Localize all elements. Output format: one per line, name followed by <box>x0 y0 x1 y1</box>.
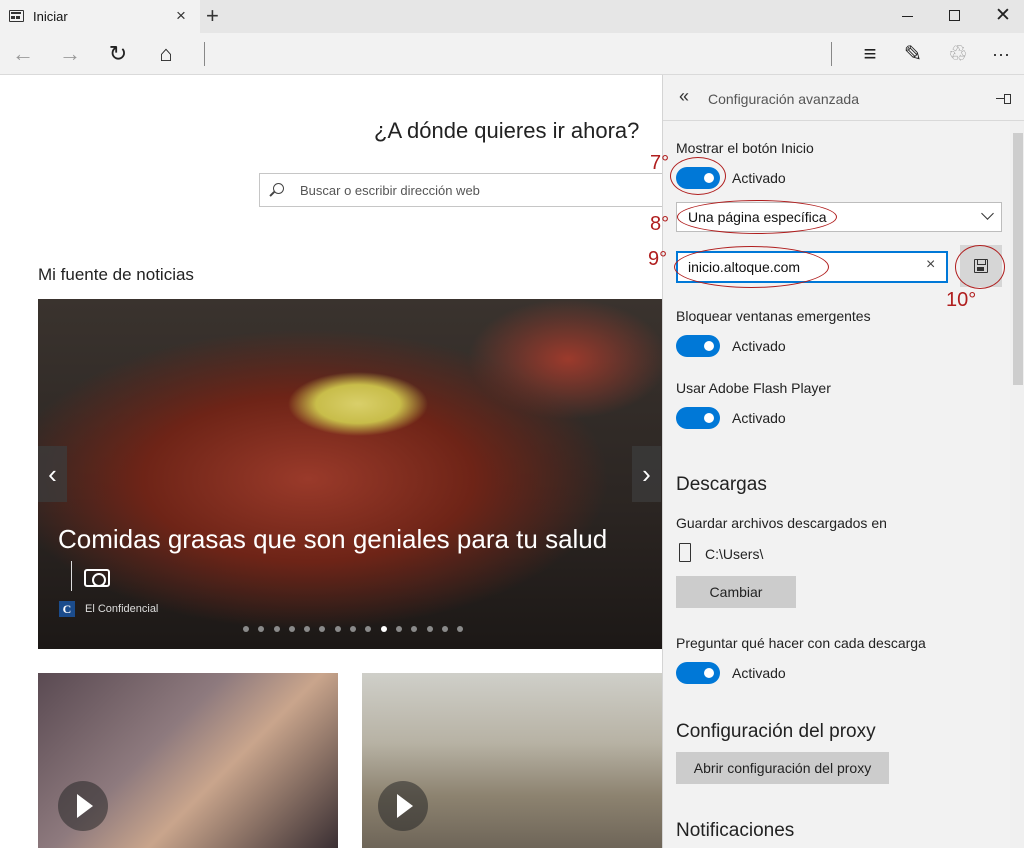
carousel-dot[interactable] <box>288 626 295 632</box>
web-note-icon[interactable]: ✎ <box>898 33 928 75</box>
change-button[interactable]: Cambiar <box>676 576 796 608</box>
carousel-dot[interactable] <box>350 626 357 632</box>
carousel-dots[interactable] <box>243 626 472 634</box>
hero-news-card[interactable]: ‹ › Comidas grasas que son geniales para… <box>38 299 662 649</box>
search-placeholder: Buscar o escribir dirección web <box>300 183 480 198</box>
annotation-ellipse-10 <box>955 245 1005 289</box>
hub-icon[interactable]: ≡ <box>855 33 885 75</box>
carousel-dot[interactable] <box>334 626 341 632</box>
tab-title: Iniciar <box>33 9 68 24</box>
search-input[interactable]: Buscar o escribir dirección web <box>259 173 662 207</box>
hero-caption[interactable]: Comidas grasas que son geniales para tu … <box>58 524 607 555</box>
popups-label: Bloquear ventanas emergentes <box>676 308 871 324</box>
carousel-dot[interactable] <box>411 626 418 632</box>
hero-next-icon[interactable]: › <box>632 446 661 502</box>
annotation-number-10: 10° <box>946 289 977 311</box>
ask-download-toggle[interactable] <box>676 662 720 684</box>
clear-icon[interactable]: × <box>926 256 935 274</box>
flash-label: Usar Adobe Flash Player <box>676 380 831 396</box>
carousel-dot[interactable] <box>273 626 280 632</box>
annotation-number-7: 7° <box>650 152 670 174</box>
show-home-label: Mostrar el botón Inicio <box>676 140 814 156</box>
advanced-settings-panel: « Configuración avanzada Mostrar el botó… <box>662 75 1024 848</box>
window-close-icon[interactable]: ✕ <box>995 4 1011 27</box>
start-page: ¿A dónde quieres ir ahora? Buscar o escr… <box>0 75 662 848</box>
hero-prev-icon[interactable]: ‹ <box>38 446 67 502</box>
refresh-icon[interactable]: ↻ <box>103 33 133 75</box>
carousel-dot[interactable] <box>395 626 402 632</box>
toolbar-separator <box>831 42 832 66</box>
address-separator <box>204 42 205 66</box>
annotation-ellipse-8 <box>677 200 837 234</box>
news-card-video-2[interactable] <box>362 673 662 848</box>
back-arrow-icon[interactable]: ← <box>8 33 38 75</box>
search-icon <box>273 183 284 194</box>
source-logo: C <box>59 601 75 617</box>
camera-icon <box>84 569 110 587</box>
pin-icon[interactable] <box>996 94 1011 104</box>
play-icon[interactable] <box>58 781 108 831</box>
carousel-dot[interactable] <box>426 626 433 632</box>
annotation-number-9: 9° <box>648 248 668 270</box>
news-source: El Confidencial <box>85 603 159 615</box>
annotation-number-8: 8° <box>650 213 670 235</box>
news-feed-title: Mi fuente de noticias <box>38 265 194 284</box>
notifications-heading: Notificaciones <box>676 820 795 841</box>
ask-download-label: Preguntar qué hacer con cada descarga <box>676 635 926 651</box>
carousel-dot[interactable] <box>365 626 372 632</box>
downloads-path: C:\Users\ <box>705 546 764 562</box>
back-icon[interactable]: « <box>679 86 689 107</box>
navigation-bar: ← → ↻ ⌂ ≡ ✎ ♲ ··· <box>0 33 1024 75</box>
play-icon[interactable] <box>378 781 428 831</box>
popups-toggle[interactable] <box>676 335 720 357</box>
carousel-dot[interactable] <box>457 626 464 632</box>
open-proxy-button[interactable]: Abrir configuración del proxy <box>676 752 889 784</box>
share-icon[interactable]: ♲ <box>943 33 973 75</box>
panel-divider <box>663 120 1024 121</box>
device-icon <box>679 543 691 562</box>
page-headline: ¿A dónde quieres ir ahora? <box>374 118 640 143</box>
panel-title: Configuración avanzada <box>708 91 859 107</box>
flash-state: Activado <box>732 410 786 426</box>
show-home-state: Activado <box>732 170 786 186</box>
downloads-save-label: Guardar archivos descargados en <box>676 515 887 531</box>
scrollbar-thumb[interactable] <box>1013 133 1023 385</box>
annotation-ellipse-7 <box>670 157 726 195</box>
carousel-dot[interactable] <box>319 626 326 632</box>
annotation-ellipse-9 <box>674 246 829 288</box>
proxy-heading: Configuración del proxy <box>676 721 876 742</box>
news-card-video-1[interactable] <box>38 673 338 848</box>
title-bar: Iniciar × + ✕ <box>0 0 1024 33</box>
downloads-heading: Descargas <box>676 474 767 495</box>
start-page-icon <box>9 10 24 22</box>
carousel-dot[interactable] <box>380 626 387 632</box>
popups-state: Activado <box>732 338 786 354</box>
carousel-dot[interactable] <box>243 626 249 632</box>
carousel-dot[interactable] <box>304 626 311 632</box>
new-tab-icon[interactable]: + <box>206 3 219 29</box>
carousel-dot[interactable] <box>441 626 448 632</box>
chevron-down-icon <box>981 207 994 220</box>
home-icon[interactable]: ⌂ <box>151 33 181 75</box>
tab-iniciar[interactable]: Iniciar × <box>0 0 200 33</box>
tab-close-icon[interactable]: × <box>176 6 186 26</box>
minimize-icon[interactable] <box>902 16 913 17</box>
ask-download-state: Activado <box>732 665 786 681</box>
hero-divider <box>71 561 72 591</box>
flash-toggle[interactable] <box>676 407 720 429</box>
maximize-icon[interactable] <box>949 10 960 21</box>
forward-arrow-icon[interactable]: → <box>55 33 85 75</box>
more-icon[interactable]: ··· <box>986 33 1016 75</box>
carousel-dot[interactable] <box>258 626 265 632</box>
